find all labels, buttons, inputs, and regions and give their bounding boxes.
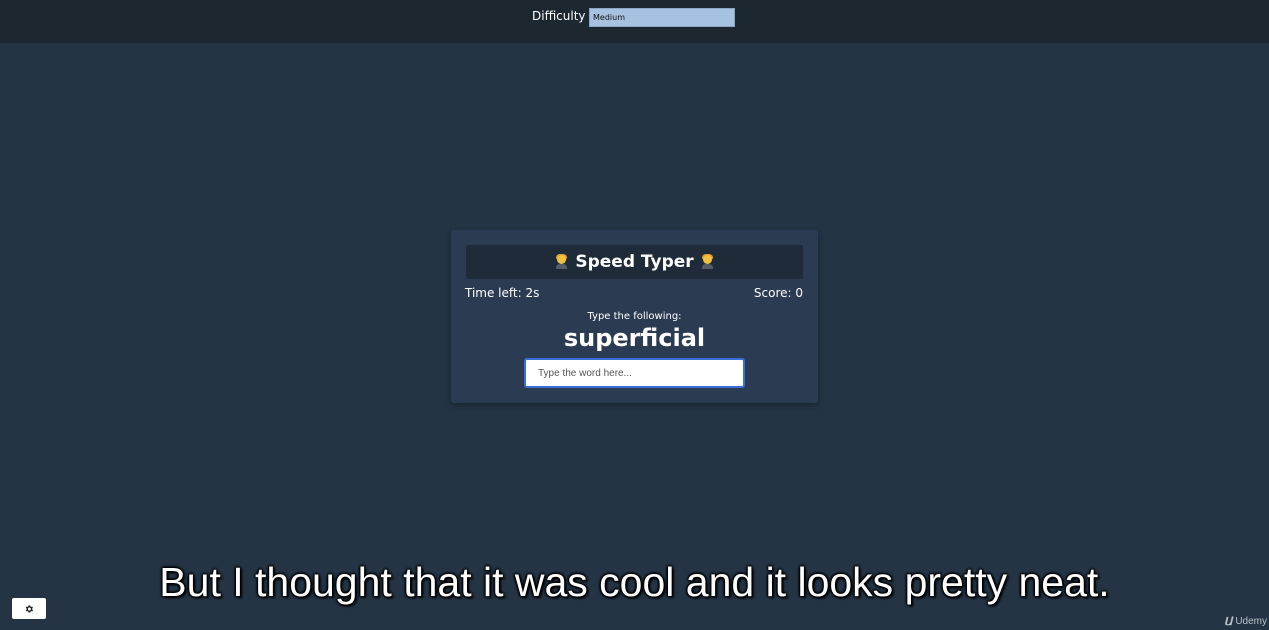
card-header: Speed Typer <box>466 245 803 279</box>
time-left: Time left: 2s <box>465 286 540 300</box>
difficulty-select[interactable]: Medium <box>589 8 735 27</box>
target-word: superficial <box>563 324 706 352</box>
game-card: Speed Typer Time left: 2s Score: 0 Type … <box>451 230 818 403</box>
person-typing-emoji-icon <box>701 254 714 269</box>
score: Score: 0 <box>753 286 803 300</box>
watermark-text: Udemy <box>1235 615 1267 627</box>
page-title-wrapper: Speed Typer <box>555 252 713 272</box>
prompt-label: Type the following: <box>587 311 682 322</box>
difficulty-label: Difficulty <box>532 9 586 23</box>
top-bar: Difficulty Medium <box>0 0 1269 43</box>
person-typing-emoji-icon <box>555 254 568 269</box>
udemy-logo-icon: ᥙ <box>1224 613 1233 629</box>
video-subtitle: But I thought that it was cool and it lo… <box>159 559 1110 605</box>
word-input[interactable] <box>524 358 745 388</box>
page-title: Speed Typer <box>575 252 694 272</box>
udemy-watermark: ᥙ Udemy <box>1224 613 1267 629</box>
